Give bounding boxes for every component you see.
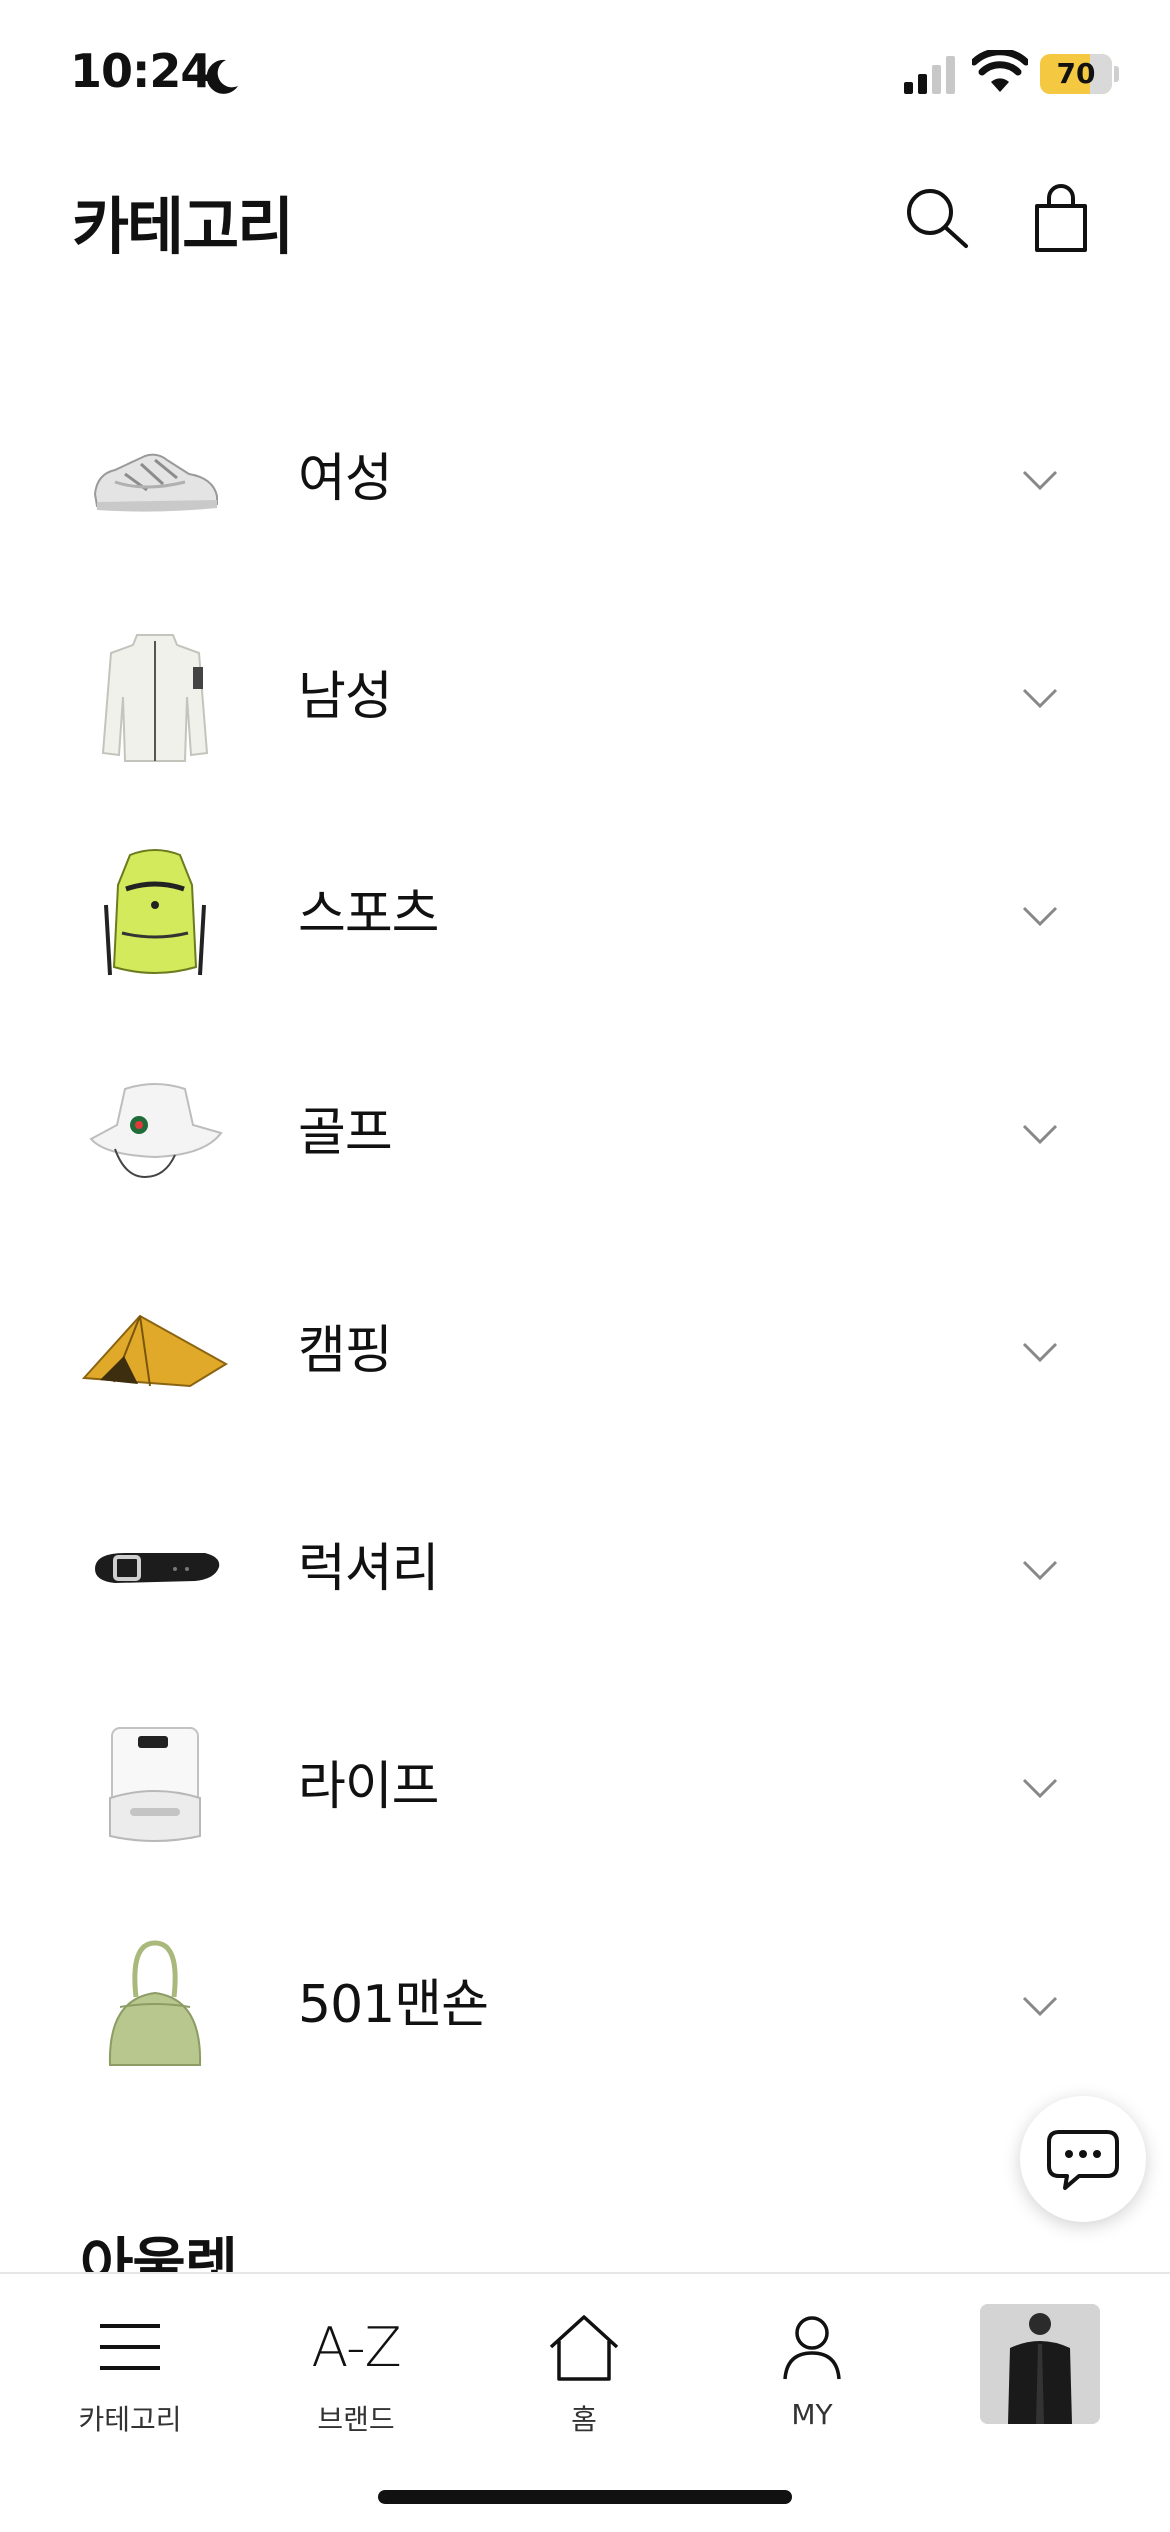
moon-icon xyxy=(206,59,238,94)
category-label: 여성 xyxy=(298,449,393,509)
robot-vacuum-thumbnail xyxy=(80,1722,230,1852)
category-label: 남성 xyxy=(298,667,393,727)
chevron-down-icon[interactable] xyxy=(1018,676,1062,720)
category-label: 캠핑 xyxy=(298,1321,393,1381)
chevron-down-icon[interactable] xyxy=(1018,894,1062,938)
search-button[interactable] xyxy=(892,174,982,264)
tab-label: 홈 xyxy=(571,2403,597,2436)
sneaker-thumbnail xyxy=(80,414,230,544)
category-list: 여성 남성 스포츠 골프 캠핑 럭셔리 라이프 501맨숀 xyxy=(0,370,1170,2114)
header: 카테고리 xyxy=(0,150,1170,280)
category-item-golf[interactable]: 골프 xyxy=(0,1024,1170,1242)
category-label: 럭셔리 xyxy=(298,1539,440,1599)
tent-thumbnail xyxy=(80,1286,230,1416)
battery-indicator: 70 xyxy=(1040,54,1112,94)
backpack-thumbnail xyxy=(80,849,230,980)
chevron-down-icon[interactable] xyxy=(1018,1112,1062,1156)
wifi-icon xyxy=(972,50,1028,92)
tab-brand[interactable]: A-Z 브랜드 xyxy=(266,2302,446,2452)
handbag-thumbnail xyxy=(80,1940,230,2070)
category-label: 라이프 xyxy=(298,1757,440,1817)
category-label: 501맨숀 xyxy=(298,1975,489,2035)
az-icon: A-Z xyxy=(311,2315,401,2379)
tab-label: 브랜드 xyxy=(317,2403,395,2436)
tab-label: MY xyxy=(791,2398,833,2431)
status-bar: 10:24 70 xyxy=(0,0,1170,150)
tab-category[interactable]: 카테고리 xyxy=(40,2302,220,2452)
category-label: 스포츠 xyxy=(298,885,440,945)
shopping-bag-icon xyxy=(1035,184,1087,252)
page-title: 카테고리 xyxy=(72,190,294,263)
chevron-down-icon[interactable] xyxy=(1018,1766,1062,1810)
category-item-501mansion[interactable]: 501맨숀 xyxy=(0,1896,1170,2114)
chat-bubble-icon xyxy=(1047,2130,1119,2190)
category-label: 골프 xyxy=(298,1103,393,1163)
chat-button[interactable] xyxy=(1020,2096,1146,2222)
screen: 10:24 70 카테고리 여성 남성 스포츠 골프 캠핑 럭셔리 라이프 50… xyxy=(0,0,1170,2532)
chevron-down-icon[interactable] xyxy=(1018,1330,1062,1374)
tab-label: 카테고리 xyxy=(78,2403,182,2436)
person-icon xyxy=(783,2316,841,2380)
category-item-luxury[interactable]: 럭셔리 xyxy=(0,1460,1170,1678)
category-item-life[interactable]: 라이프 xyxy=(0,1678,1170,1896)
shopping-bag-button[interactable] xyxy=(1016,174,1106,264)
category-item-men[interactable]: 남성 xyxy=(0,588,1170,806)
chevron-down-icon[interactable] xyxy=(1018,458,1062,502)
signal-icon xyxy=(904,56,955,94)
menu-icon xyxy=(100,2324,160,2370)
belt-thumbnail xyxy=(80,1504,230,1634)
tab-my[interactable]: MY xyxy=(722,2302,902,2452)
home-icon xyxy=(549,2315,619,2381)
battery-level: 70 xyxy=(1056,57,1096,90)
jacket-thumbnail xyxy=(80,632,230,762)
recently-viewed-product-thumbnail[interactable] xyxy=(980,2304,1100,2424)
chevron-down-icon[interactable] xyxy=(1018,1984,1062,2028)
bucket-hat-thumbnail xyxy=(80,1068,230,1198)
status-time: 10:24 xyxy=(70,44,212,98)
category-item-women[interactable]: 여성 xyxy=(0,370,1170,588)
battery-cap xyxy=(1114,66,1119,82)
category-item-camping[interactable]: 캠핑 xyxy=(0,1242,1170,1460)
tab-home[interactable]: 홈 xyxy=(494,2302,674,2452)
chevron-down-icon[interactable] xyxy=(1018,1548,1062,1592)
category-item-sports[interactable]: 스포츠 xyxy=(0,806,1170,1024)
search-icon xyxy=(907,189,968,248)
home-indicator xyxy=(378,2490,792,2504)
